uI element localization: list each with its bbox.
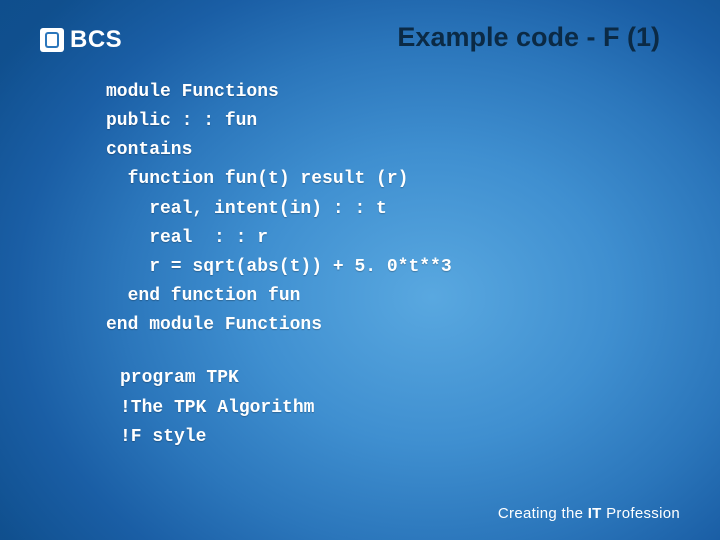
footer-suffix: Profession [602, 505, 680, 522]
code-block-program: program TPK !The TPK Algorithm !F style [120, 364, 660, 451]
code-line: !The TPK Algorithm [120, 398, 314, 418]
code-line: end module Functions [106, 315, 322, 335]
code-line: real, intent(in) : : t [106, 199, 387, 219]
slide-body: module Functions public : : fun contains… [106, 78, 660, 452]
code-line: r = sqrt(abs(t)) + 5. 0*t**3 [106, 257, 452, 277]
code-line: !F style [120, 427, 206, 447]
bcs-logo: BCS [40, 26, 122, 54]
bcs-logo-text: BCS [70, 26, 122, 54]
code-block-module: module Functions public : : fun contains… [106, 78, 660, 340]
footer-tagline: Creating the IT Profession [498, 505, 680, 522]
footer-bold: IT [588, 505, 602, 522]
slide: BCS Example code - F (1) module Function… [0, 0, 720, 540]
bcs-logo-mark-icon [40, 28, 64, 52]
code-line: public : : fun [106, 111, 257, 131]
code-line: module Functions [106, 82, 279, 102]
code-line: function fun(t) result (r) [106, 169, 408, 189]
footer-prefix: Creating the [498, 505, 588, 522]
code-line: end function fun [106, 286, 300, 306]
code-line: program TPK [120, 368, 239, 388]
slide-title: Example code - F (1) [397, 22, 660, 53]
code-line: contains [106, 140, 192, 160]
code-line: real : : r [106, 228, 268, 248]
